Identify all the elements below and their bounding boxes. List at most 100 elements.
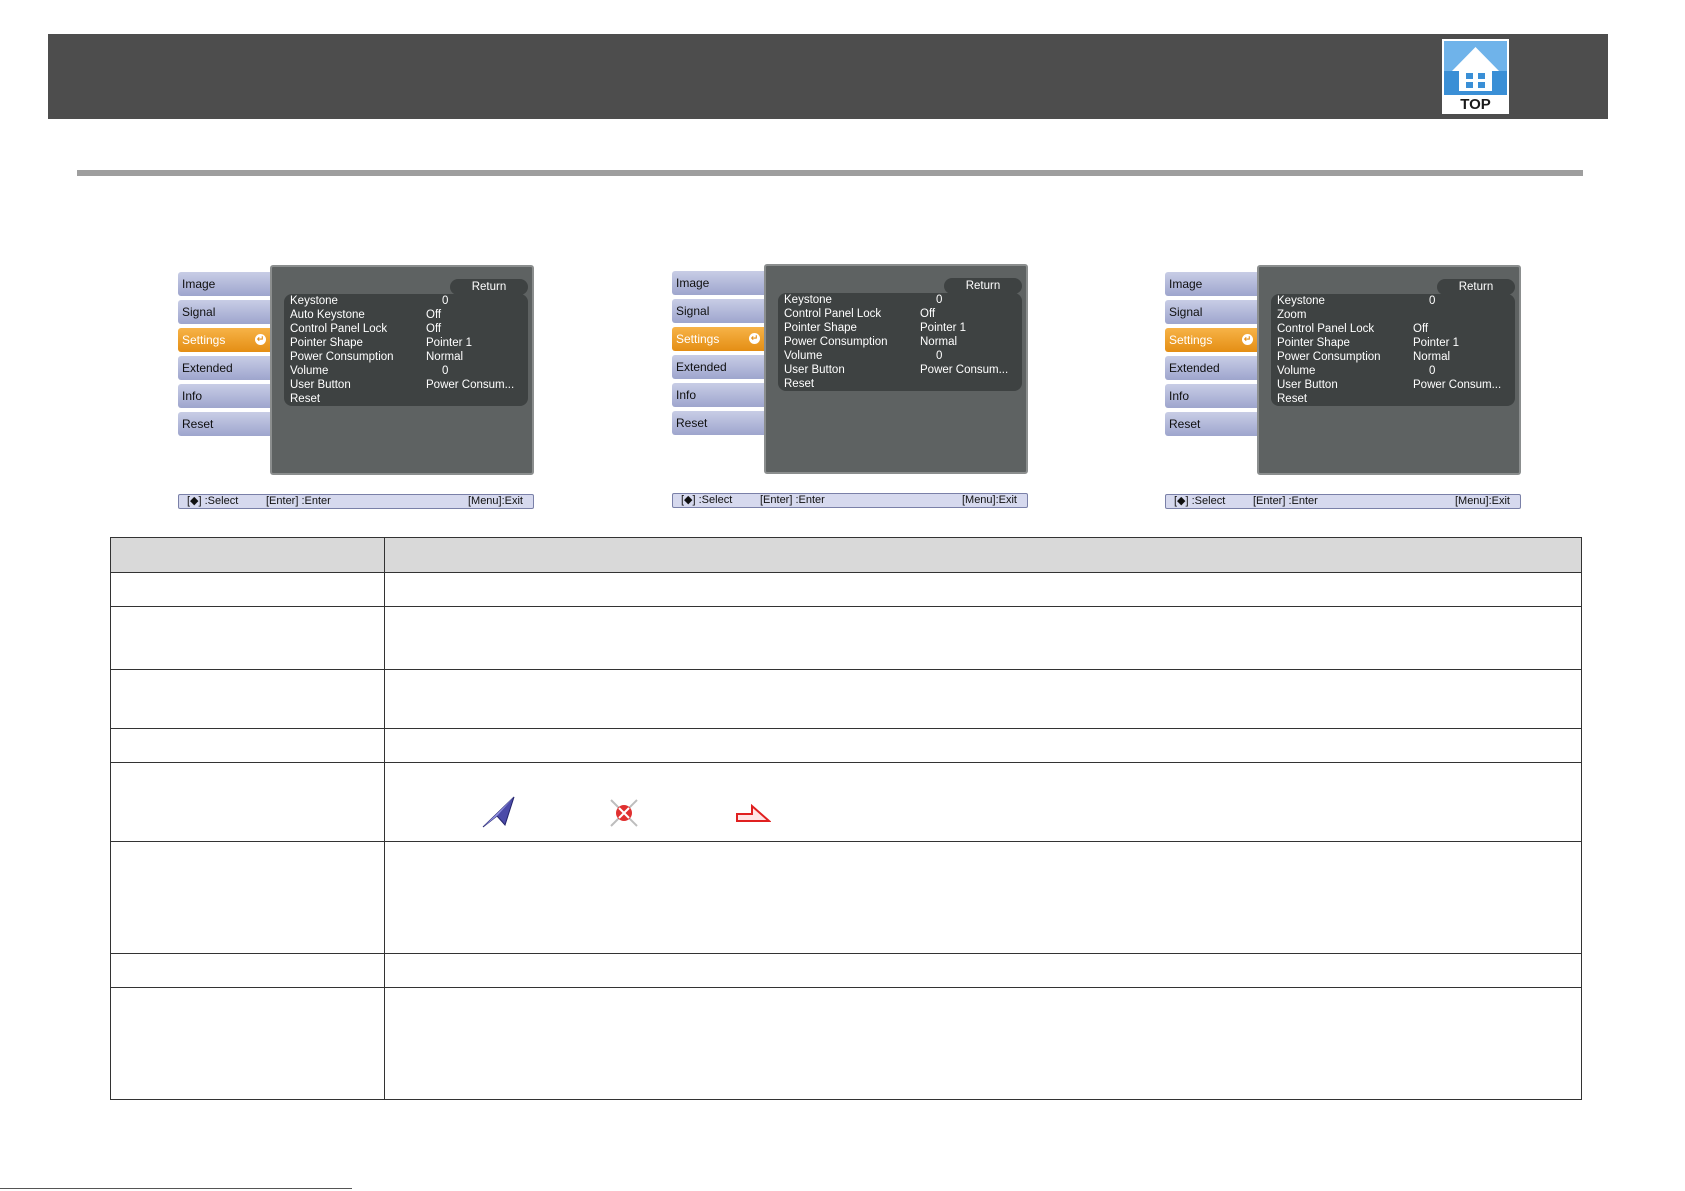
menu-item-value: Off bbox=[426, 309, 442, 321]
tab-image[interactable]: Image bbox=[1165, 272, 1257, 296]
tab-signal[interactable]: Signal bbox=[1165, 300, 1257, 324]
table-row bbox=[110, 572, 1582, 607]
menu-item-user-button[interactable]: User Button Power Consum... bbox=[1271, 378, 1515, 392]
tab-settings-label: Settings bbox=[1169, 333, 1213, 347]
menu-item-label: Volume bbox=[290, 365, 329, 377]
tab-info[interactable]: Info bbox=[178, 384, 270, 408]
menu-item-auto-keystone[interactable]: Auto Keystone Off bbox=[284, 308, 528, 322]
return-button[interactable]: Return bbox=[1437, 279, 1515, 295]
menu-item-keystone[interactable]: Keystone 0 bbox=[1271, 294, 1515, 308]
enter-icon: ↵ bbox=[749, 333, 760, 344]
menu-panel: Return Keystone 0 Control Panel Lock Off P… bbox=[764, 264, 1028, 474]
menu-item-control-panel-lock[interactable]: Control Panel Lock Off bbox=[778, 307, 1022, 321]
hint-enter: [Enter] :Enter bbox=[266, 495, 331, 507]
menu-item-volume[interactable]: Volume 0 bbox=[284, 364, 528, 378]
table-cell bbox=[384, 841, 1582, 954]
menu-item-value: Off bbox=[426, 323, 442, 335]
menu-item-label: Pointer Shape bbox=[290, 337, 363, 349]
table-cell bbox=[110, 841, 385, 954]
table-row bbox=[110, 669, 1582, 729]
table-cell bbox=[384, 572, 1582, 607]
enter-icon: ↵ bbox=[1242, 334, 1253, 345]
table-cell bbox=[110, 606, 385, 670]
menu-item-label: User Button bbox=[784, 364, 845, 376]
menu-item-value: 0 bbox=[442, 295, 449, 307]
menu-item-value: 0 bbox=[936, 294, 943, 306]
title-rule bbox=[77, 170, 1583, 176]
tab-signal[interactable]: Signal bbox=[178, 300, 270, 324]
top-logo-button[interactable]: TOP bbox=[1442, 39, 1509, 114]
top-logo-label: TOP bbox=[1460, 96, 1491, 113]
tab-extended[interactable]: Extended bbox=[178, 356, 270, 380]
menu-item-label: Control Panel Lock bbox=[784, 308, 882, 320]
menu-item-pointer-shape[interactable]: Pointer Shape Pointer 1 bbox=[1271, 336, 1515, 350]
tab-image[interactable]: Image bbox=[178, 272, 270, 296]
menu-item-control-panel-lock[interactable]: Control Panel Lock Off bbox=[284, 322, 528, 336]
menu-item-value: Off bbox=[920, 308, 936, 320]
return-button[interactable]: Return bbox=[450, 279, 528, 295]
menu-item-label: Keystone bbox=[784, 294, 832, 306]
menu-item-volume[interactable]: Volume 0 bbox=[778, 349, 1022, 363]
menu-hint-bar: [◆] :Select [Enter] :Enter [Menu]:Exit bbox=[1165, 494, 1521, 509]
menu-item-label: Power Consumption bbox=[290, 351, 394, 363]
enter-icon: ↵ bbox=[255, 334, 266, 345]
menu-item-volume[interactable]: Volume 0 bbox=[1271, 364, 1515, 378]
table-header-cell bbox=[110, 537, 385, 573]
tab-info[interactable]: Info bbox=[672, 383, 764, 407]
menu-item-reset[interactable]: Reset bbox=[1271, 392, 1515, 406]
menu-item-keystone[interactable]: Keystone 0 bbox=[284, 294, 528, 308]
menu-item-label: Pointer Shape bbox=[784, 322, 857, 334]
table-cell bbox=[384, 762, 1582, 842]
menu-item-value: 0 bbox=[1429, 295, 1436, 307]
table-cell bbox=[384, 669, 1582, 729]
header-bar bbox=[48, 34, 1608, 119]
table-row bbox=[110, 762, 1582, 842]
osd-menu-2: Image Signal Settings ↵ Extended Info Res… bbox=[672, 264, 1028, 508]
menu-item-value: Power Consum... bbox=[426, 379, 515, 391]
hint-select: [◆] :Select bbox=[681, 494, 733, 506]
menu-item-power-consumption[interactable]: Power Consumption Normal bbox=[778, 335, 1022, 349]
tab-extended[interactable]: Extended bbox=[1165, 356, 1257, 380]
tab-reset[interactable]: Reset bbox=[178, 412, 270, 436]
tab-settings-label: Settings bbox=[676, 332, 720, 346]
tab-signal[interactable]: Signal bbox=[672, 299, 764, 323]
table-cell bbox=[110, 762, 385, 842]
menu-item-power-consumption[interactable]: Power Consumption Normal bbox=[1271, 350, 1515, 364]
tab-settings[interactable]: Settings ↵ bbox=[672, 327, 764, 351]
hint-enter: [Enter] :Enter bbox=[1253, 495, 1318, 507]
menu-item-keystone[interactable]: Keystone 0 bbox=[778, 293, 1022, 307]
menu-item-reset[interactable]: Reset bbox=[284, 392, 528, 406]
table-row bbox=[110, 841, 1582, 954]
menu-item-zoom[interactable]: Zoom bbox=[1271, 308, 1515, 322]
table-cell bbox=[110, 953, 385, 988]
menu-item-control-panel-lock[interactable]: Control Panel Lock Off bbox=[1271, 322, 1515, 336]
tab-settings[interactable]: Settings ↵ bbox=[178, 328, 270, 352]
tab-image[interactable]: Image bbox=[672, 271, 764, 295]
menu-item-value: Normal bbox=[920, 336, 958, 348]
menu-item-pointer-shape[interactable]: Pointer Shape Pointer 1 bbox=[778, 321, 1022, 335]
menu-item-user-button[interactable]: User Button Power Consum... bbox=[778, 363, 1022, 377]
table-row bbox=[110, 728, 1582, 763]
osd-menu-1: Image Signal Settings ↵ Extended Info Res… bbox=[178, 265, 534, 509]
hint-exit: [Menu]:Exit bbox=[1454, 495, 1510, 507]
menu-item-label: Power Consumption bbox=[784, 336, 888, 348]
tab-settings[interactable]: Settings ↵ bbox=[1165, 328, 1257, 352]
menu-items: Keystone 0 Control Panel Lock Off Pointer … bbox=[778, 293, 1022, 391]
table-cell bbox=[110, 669, 385, 729]
tab-settings-label: Settings bbox=[182, 333, 226, 347]
tab-extended[interactable]: Extended bbox=[672, 355, 764, 379]
pointer-2-x-icon bbox=[610, 799, 638, 827]
menu-item-label: Volume bbox=[784, 350, 823, 362]
tab-reset[interactable]: Reset bbox=[1165, 412, 1257, 436]
hint-select: [◆] :Select bbox=[187, 495, 239, 507]
menu-item-reset[interactable]: Reset bbox=[778, 377, 1022, 391]
tab-info[interactable]: Info bbox=[1165, 384, 1257, 408]
menu-item-power-consumption[interactable]: Power Consumption Normal bbox=[284, 350, 528, 364]
hint-enter: [Enter] :Enter bbox=[760, 494, 825, 506]
return-button[interactable]: Return bbox=[944, 278, 1022, 294]
menu-item-pointer-shape[interactable]: Pointer Shape Pointer 1 bbox=[284, 336, 528, 350]
tab-reset[interactable]: Reset bbox=[672, 411, 764, 435]
menu-item-value: Power Consum... bbox=[1413, 379, 1502, 391]
table-header-row bbox=[110, 537, 1582, 573]
menu-item-user-button[interactable]: User Button Power Consum... bbox=[284, 378, 528, 392]
